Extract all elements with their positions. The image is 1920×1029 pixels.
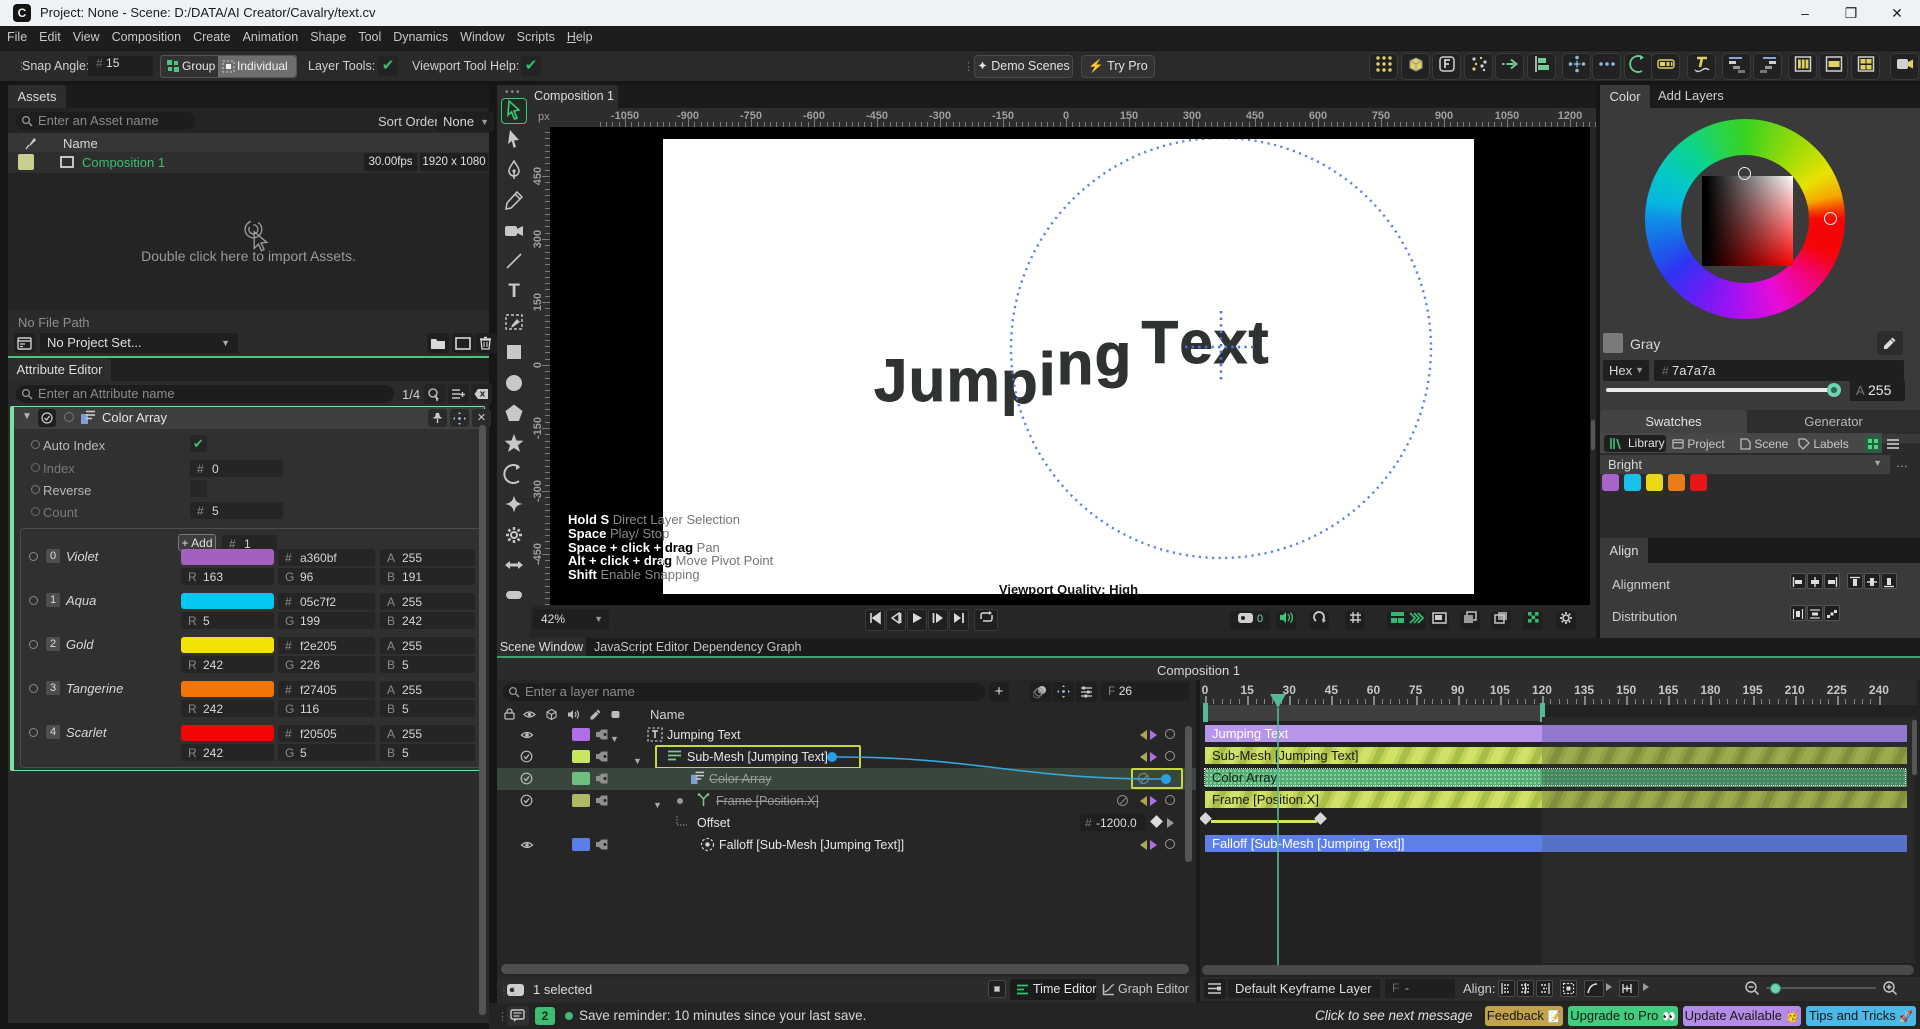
- svg-text:0: 0: [1257, 613, 1263, 624]
